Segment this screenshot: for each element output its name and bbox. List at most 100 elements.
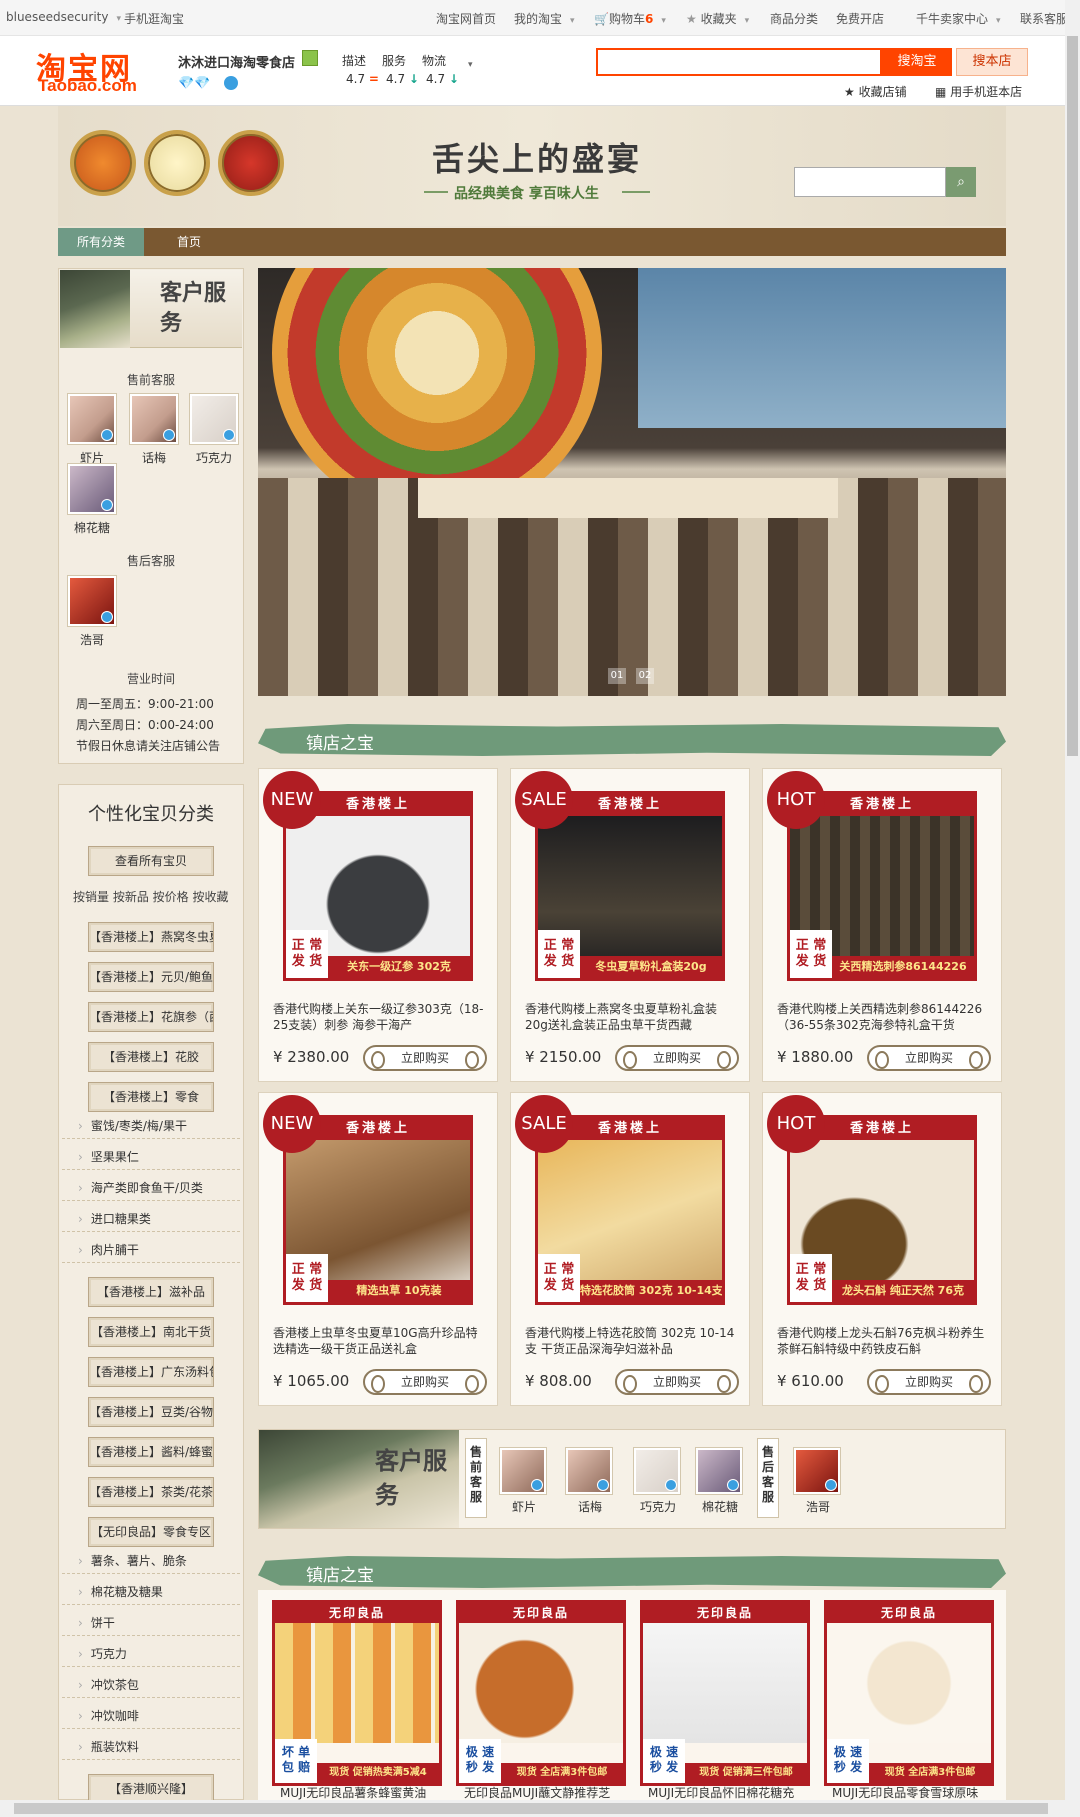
presale-agent-name[interactable]: 虾片 — [496, 1498, 552, 1515]
favorites-link[interactable]: ★ 收藏夹 ▾ — [686, 10, 749, 27]
product-card[interactable]: NEW 香港楼上正 常 发 货精选虫草 10克装 香港楼上虫草冬虫夏草10G高升珍品… — [258, 1092, 498, 1406]
presale-agent-name[interactable]: 话梅 — [562, 1498, 618, 1515]
taobao-search-input[interactable] — [596, 48, 882, 76]
product-title[interactable]: 香港代购楼上关东一级辽参303克（18-25支装）刺参 海参干海产 — [273, 1001, 485, 1037]
product-title[interactable]: 无印良品MUJI蘸文静推荐芝 — [464, 1784, 634, 1801]
product-title[interactable]: 香港楼上虫草冬虫夏草10G高升珍品特选精选一级干货正品送礼盒 — [273, 1325, 485, 1361]
product-card[interactable]: HOT 香港楼上正 常 发 货关西精选刺参86144226 香港代购楼上关西精选刺参… — [762, 768, 1002, 1082]
muji-product-card[interactable]: 无印良品极 速 秒 发现货 全店满3件包邮 — [456, 1600, 626, 1786]
slide-dot[interactable]: 01 — [608, 668, 626, 684]
muji-product-card[interactable]: 无印良品极 速 秒 发现货 促销满三件包邮 — [640, 1600, 810, 1786]
avatar[interactable] — [634, 1448, 680, 1494]
avatar[interactable] — [566, 1448, 612, 1494]
aftersale-agent-name[interactable]: 浩哥 — [790, 1498, 846, 1515]
chevron-down-icon[interactable]: ▾ — [468, 60, 473, 70]
taobao-home-link[interactable]: 淘宝网首页 — [436, 10, 496, 27]
shop-search-input[interactable] — [794, 167, 946, 197]
search-shop-button[interactable]: 搜本店 — [956, 48, 1028, 76]
category-link[interactable]: 薯条、薯片、脆条 — [78, 1552, 187, 1569]
presale-agent-name[interactable]: 棉花糖 — [64, 519, 120, 536]
category-link[interactable]: 巧克力 — [78, 1645, 127, 1662]
buy-now-button[interactable]: 立即购买 — [867, 1045, 991, 1071]
presale-agent-name[interactable]: 话梅 — [126, 449, 182, 466]
presale-agent-name[interactable]: 棉花糖 — [692, 1498, 748, 1515]
mobile-shop-link[interactable]: ▦ 用手机逛本店 — [935, 83, 1022, 100]
tab-all-categories[interactable]: 所有分类 — [58, 228, 144, 256]
product-card[interactable]: HOT 香港楼上正 常 发 货龙头石斛 纯正天然 76克 香港代购楼上龙头石斛76克… — [762, 1092, 1002, 1406]
view-all-button[interactable]: 查看所有宝贝 — [88, 846, 214, 876]
cart-link[interactable]: 🛒购物车6 ▾ — [594, 10, 666, 27]
product-title[interactable]: 香港代购楼上关西精选刺参86144226（36-55条302克海参特礼盒干货 — [777, 1001, 989, 1037]
buy-now-button[interactable]: 立即购买 — [363, 1369, 487, 1395]
vertical-scroll-thumb[interactable] — [1067, 36, 1078, 756]
avatar[interactable] — [68, 464, 116, 514]
search-taobao-button[interactable]: 搜淘宝 — [882, 48, 952, 76]
slide-dot[interactable]: 02 — [636, 668, 654, 684]
product-title[interactable]: 香港代购楼上燕窝冬虫夏草粉礼盒装20g送礼盒装正品虫草干货西藏 — [525, 1001, 737, 1037]
avatar[interactable] — [500, 1448, 546, 1494]
score-service: 4.7 ↓ — [386, 72, 419, 86]
wangwang-icon[interactable] — [224, 76, 238, 90]
presale-agent-name[interactable]: 巧克力 — [630, 1498, 686, 1515]
category-button[interactable]: 【香港楼上】茶类/花茶 — [88, 1477, 214, 1507]
avatar[interactable] — [190, 394, 238, 444]
banner-slideshow[interactable]: 01 02 — [258, 268, 1006, 696]
product-title[interactable]: MUJI无印良品零食雪球原味 — [832, 1784, 1002, 1801]
buy-now-button[interactable]: 立即购买 — [615, 1045, 739, 1071]
favorite-shop-link[interactable]: ★ 收藏店铺 — [844, 83, 907, 100]
horizontal-scroll-thumb[interactable] — [14, 1803, 1048, 1814]
avatar[interactable] — [794, 1448, 840, 1494]
category-link[interactable]: 进口糖果类 — [78, 1210, 151, 1227]
category-button[interactable]: 【香港楼上】酱料/蜂蜜 — [88, 1437, 214, 1467]
category-link[interactable]: 冲饮咖啡 — [78, 1707, 139, 1724]
category-link[interactable]: 海产类即食鱼干/贝类 — [78, 1179, 203, 1196]
seller-center-link[interactable]: 千牛卖家中心 ▾ — [916, 10, 1001, 27]
tab-home[interactable]: 首页 — [144, 228, 234, 256]
sort-links[interactable]: 按销量 按新品 按价格 按收藏 — [73, 888, 228, 905]
category-link[interactable]: 肉片脯干 — [78, 1241, 139, 1258]
categories-link[interactable]: 商品分类 — [770, 10, 818, 27]
category-link[interactable]: 蜜饯/枣类/梅/果干 — [78, 1117, 187, 1134]
category-button[interactable]: 【香港楼上】燕窝冬虫夏 — [88, 922, 214, 952]
category-button[interactable]: 【香港楼上】南北干货 — [88, 1317, 214, 1347]
category-link[interactable]: 坚果果仁 — [78, 1148, 139, 1165]
presale-agent-name[interactable]: 巧克力 — [186, 449, 242, 466]
category-link[interactable]: 饼干 — [78, 1614, 115, 1631]
category-link[interactable]: 冲饮茶包 — [78, 1676, 139, 1693]
category-button[interactable]: 【香港楼上】零食 — [88, 1082, 214, 1112]
buy-now-button[interactable]: 立即购买 — [363, 1045, 487, 1071]
product-card[interactable]: NEW 香港楼上正 常 发 货关东一级辽参 302克 香港代购楼上关东一级辽参303… — [258, 768, 498, 1082]
category-link[interactable]: 瓶装饮料 — [78, 1738, 139, 1755]
buy-now-button[interactable]: 立即购买 — [615, 1369, 739, 1395]
category-button[interactable]: 【无印良品】零食专区 — [88, 1517, 214, 1547]
avatar[interactable] — [130, 394, 178, 444]
product-card[interactable]: SALE 香港楼上正 常 发 货特选花胶筒 302克 10-14支 香港代购楼上特选… — [510, 1092, 750, 1406]
category-link[interactable]: 棉花糖及糖果 — [78, 1583, 163, 1600]
mobile-taobao-link[interactable]: 手机逛淘宝 — [124, 10, 184, 27]
product-title[interactable]: 香港代购楼上特选花胶筒 302克 10-14支 干货正品深海孕妇滋补品 — [525, 1325, 737, 1361]
product-card[interactable]: SALE 香港楼上正 常 发 货冬虫夏草粉礼盒装20g 香港代购楼上燕窝冬虫夏草粉礼… — [510, 768, 750, 1082]
account-link[interactable]: blueseedsecurity ▾ — [6, 10, 121, 24]
category-button[interactable]: 【香港楼上】花旗参（西 — [88, 1002, 214, 1032]
product-title[interactable]: 香港代购楼上龙头石斛76克枫斗粉养生茶鲜石斛特级中药铁皮石斛 — [777, 1325, 989, 1361]
divider — [62, 1728, 240, 1729]
avatar[interactable] — [68, 576, 116, 626]
open-shop-link[interactable]: 免费开店 — [836, 10, 884, 27]
category-button[interactable]: 【香港楼上】广东汤料包 — [88, 1357, 214, 1387]
muji-product-card[interactable]: 无印良品极 速 秒 发现货 全店满3件包邮 — [824, 1600, 994, 1786]
avatar[interactable] — [696, 1448, 742, 1494]
avatar[interactable] — [68, 394, 116, 444]
aftersale-agent-name[interactable]: 浩哥 — [64, 631, 120, 648]
contact-service-link[interactable]: 联系客服 — [1020, 10, 1068, 27]
search-icon[interactable]: ⌕ — [946, 167, 976, 197]
my-taobao-link[interactable]: 我的淘宝 ▾ — [514, 10, 575, 27]
category-button[interactable]: 【香港楼上】豆类/谷物 — [88, 1397, 214, 1427]
product-title[interactable]: MUJI无印良品薯条蜂蜜黄油 — [280, 1784, 450, 1801]
product-title[interactable]: MUJI无印良品怀旧棉花糖充 — [648, 1784, 818, 1801]
buy-now-button[interactable]: 立即购买 — [867, 1369, 991, 1395]
category-button[interactable]: 【香港楼上】花胶 — [88, 1042, 214, 1072]
muji-product-card[interactable]: 无印良品坏 单 包 赔现货 促销热卖满5减4 — [272, 1600, 442, 1786]
category-button[interactable]: 【香港楼上】元贝/鲍鱼 — [88, 962, 214, 992]
shop-name[interactable]: 沐沐进口海淘零食店 — [178, 52, 295, 71]
category-button[interactable]: 【香港楼上】滋补品 — [88, 1277, 214, 1307]
